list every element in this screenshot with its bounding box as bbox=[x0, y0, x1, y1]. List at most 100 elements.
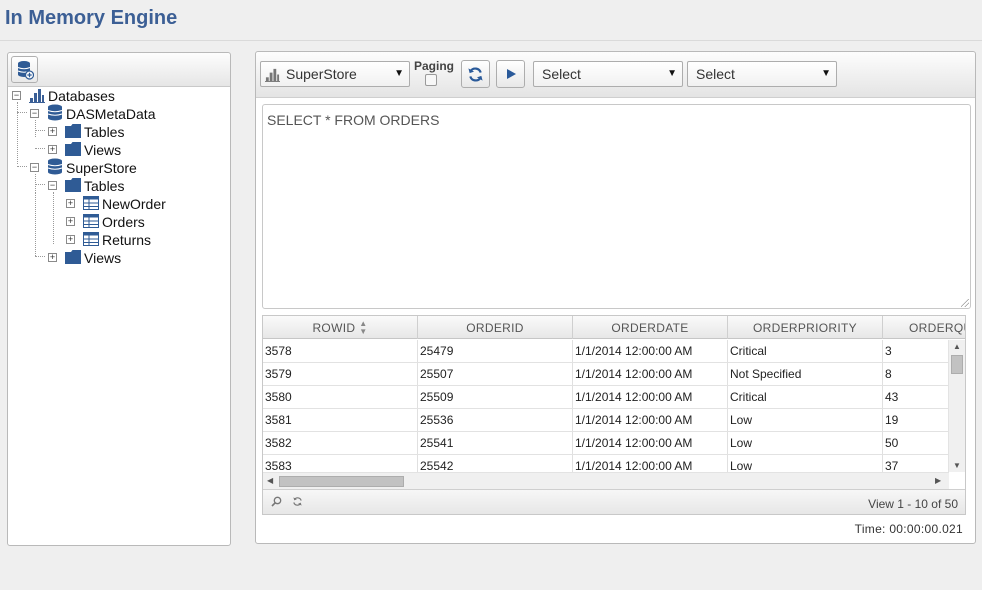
execution-time: Time: 00:00:00.021 bbox=[854, 522, 963, 536]
refresh-icon bbox=[468, 66, 483, 82]
table-cell: 3581 bbox=[263, 409, 418, 431]
paging-checkbox[interactable] bbox=[425, 74, 437, 86]
tree-node-label: Views bbox=[84, 142, 122, 158]
horizontal-scrollbar[interactable]: ◀ ▶ bbox=[263, 472, 949, 489]
table-cell: 25479 bbox=[418, 340, 573, 362]
tree-node-views[interactable]: + Views bbox=[48, 249, 121, 267]
scroll-thumb[interactable] bbox=[279, 476, 404, 487]
paging-label: Paging bbox=[414, 59, 455, 73]
table-cell: 3580 bbox=[263, 386, 418, 408]
tree-node-label: SuperStore bbox=[66, 160, 137, 176]
dropdown-arrow-icon: ▼ bbox=[667, 68, 677, 79]
tree-node-label: Tables bbox=[84, 124, 125, 140]
tree-node-label: Tables bbox=[84, 178, 125, 194]
scroll-right-icon[interactable]: ▶ bbox=[935, 476, 941, 485]
select-value: Select bbox=[696, 66, 735, 82]
table-row[interactable]: 3580 25509 1/1/2014 12:00:00 AM Critical 43 bbox=[263, 386, 949, 409]
dropdown-arrow-icon: ▼ bbox=[394, 68, 404, 79]
database-explorer-panel: − Databases − DASMetaData + Tables + Vie… bbox=[7, 52, 231, 546]
search-icon[interactable] bbox=[271, 496, 282, 510]
grid-body: 3578 25479 1/1/2014 12:00:00 AM Critical 3 35… bbox=[263, 340, 949, 472]
tree-node-tables[interactable]: − Tables bbox=[48, 177, 124, 195]
collapse-toggle[interactable]: − bbox=[12, 91, 21, 100]
table-cell: 1/1/2014 12:00:00 AM bbox=[573, 386, 728, 408]
table-cell: 3579 bbox=[263, 363, 418, 385]
expand-toggle[interactable]: + bbox=[48, 253, 57, 262]
collapse-toggle[interactable]: − bbox=[48, 181, 57, 190]
column-header-orderdate[interactable]: ORDERDATE bbox=[573, 316, 728, 339]
app-title: In Memory Engine bbox=[5, 7, 178, 29]
folder-icon bbox=[65, 177, 81, 195]
table-cell: Low bbox=[728, 409, 883, 431]
results-grid: ROWID ▲ ▼ ORDERID ORDERDATE ORDERPRIORITY… bbox=[262, 315, 966, 515]
table-cell: 1/1/2014 12:00:00 AM bbox=[573, 340, 728, 362]
table-row[interactable]: 3579 25507 1/1/2014 12:00:00 AM Not Specifi… bbox=[263, 363, 949, 386]
tree-node-tables[interactable]: + Tables bbox=[48, 123, 124, 141]
grid-pager: View 1 - 10 of 50 bbox=[263, 489, 965, 514]
table-row[interactable]: 3578 25479 1/1/2014 12:00:00 AM Critical 3 bbox=[263, 340, 949, 363]
table-row[interactable]: 3582 25541 1/1/2014 12:00:00 AM Low 50 bbox=[263, 432, 949, 455]
tree-node-neworder[interactable]: + NewOrder bbox=[66, 195, 166, 213]
database-select[interactable]: SuperStore ▼ bbox=[260, 61, 410, 87]
expand-toggle[interactable]: + bbox=[48, 145, 57, 154]
column-header-orderid[interactable]: ORDERID bbox=[418, 316, 573, 339]
table-cell: 50 bbox=[883, 432, 949, 454]
database-select-value: SuperStore bbox=[286, 66, 357, 82]
folder-icon bbox=[65, 141, 81, 159]
tree-node-label: DASMetaData bbox=[66, 106, 156, 122]
table-cell: 3582 bbox=[263, 432, 418, 454]
refresh-button[interactable] bbox=[461, 60, 490, 88]
collapse-toggle[interactable]: − bbox=[30, 163, 39, 172]
scroll-left-icon[interactable]: ◀ bbox=[267, 476, 273, 485]
sql-query-editor[interactable]: SELECT * FROM ORDERS bbox=[262, 104, 971, 309]
table-icon bbox=[83, 231, 99, 249]
table-icon bbox=[83, 195, 99, 213]
tree-node-databases[interactable]: − Databases bbox=[12, 87, 115, 105]
expand-toggle[interactable]: + bbox=[48, 127, 57, 136]
tree-node-returns[interactable]: + Returns bbox=[66, 231, 151, 249]
column-header-rowid[interactable]: ROWID ▲ ▼ bbox=[263, 316, 418, 339]
column-header-label: ORDERID bbox=[466, 320, 524, 335]
table-cell: 37 bbox=[883, 455, 949, 472]
add-database-button[interactable] bbox=[11, 56, 38, 83]
table-cell: 19 bbox=[883, 409, 949, 431]
scroll-down-icon[interactable]: ▼ bbox=[953, 461, 961, 470]
expand-toggle[interactable]: + bbox=[66, 199, 75, 208]
tree-node-label: Returns bbox=[102, 232, 152, 248]
pager-info: View 1 - 10 of 50 bbox=[868, 497, 958, 511]
resize-handle[interactable] bbox=[961, 299, 969, 307]
expand-toggle[interactable]: + bbox=[66, 217, 75, 226]
table-cell: 25507 bbox=[418, 363, 573, 385]
reload-icon[interactable] bbox=[292, 496, 303, 510]
scroll-thumb[interactable] bbox=[951, 355, 963, 374]
run-query-button[interactable] bbox=[496, 60, 525, 88]
tree-node-dasmetadata[interactable]: − DASMetaData bbox=[30, 104, 156, 123]
table-cell: 8 bbox=[883, 363, 949, 385]
table-row[interactable]: 3583 25542 1/1/2014 12:00:00 AM Low 37 bbox=[263, 455, 949, 472]
column-header-label: ORDERDATE bbox=[611, 320, 689, 335]
column-header-label: ORDERQU bbox=[909, 320, 965, 335]
header-divider bbox=[0, 40, 982, 41]
select-dropdown-2[interactable]: Select ▼ bbox=[687, 61, 837, 87]
table-cell: 25536 bbox=[418, 409, 573, 431]
tree-node-views[interactable]: + Views bbox=[48, 141, 121, 159]
vertical-scrollbar[interactable]: ▲ ▼ bbox=[948, 340, 965, 472]
table-cell: Not Specified bbox=[728, 363, 883, 385]
tree-node-label: Databases bbox=[48, 88, 115, 104]
column-header-orderpriority[interactable]: ORDERPRIORITY bbox=[728, 316, 883, 339]
scroll-up-icon[interactable]: ▲ bbox=[953, 342, 961, 351]
table-row[interactable]: 3581 25536 1/1/2014 12:00:00 AM Low 19 bbox=[263, 409, 949, 432]
tree-node-label: NewOrder bbox=[102, 196, 166, 212]
column-header-orderquantity[interactable]: ORDERQU bbox=[883, 316, 965, 339]
select-dropdown-1[interactable]: Select ▼ bbox=[533, 61, 683, 87]
collapse-toggle[interactable]: − bbox=[30, 109, 39, 118]
select-value: Select bbox=[542, 66, 581, 82]
tree-node-orders[interactable]: + Orders bbox=[66, 213, 145, 231]
column-header-label: ROWID bbox=[312, 320, 356, 335]
databases-icon bbox=[29, 87, 45, 106]
database-icon bbox=[47, 158, 63, 178]
expand-toggle[interactable]: + bbox=[66, 235, 75, 244]
table-cell: Low bbox=[728, 432, 883, 454]
sql-query-text: SELECT * FROM ORDERS bbox=[267, 112, 440, 128]
tree-node-superstore[interactable]: − SuperStore bbox=[30, 158, 137, 178]
